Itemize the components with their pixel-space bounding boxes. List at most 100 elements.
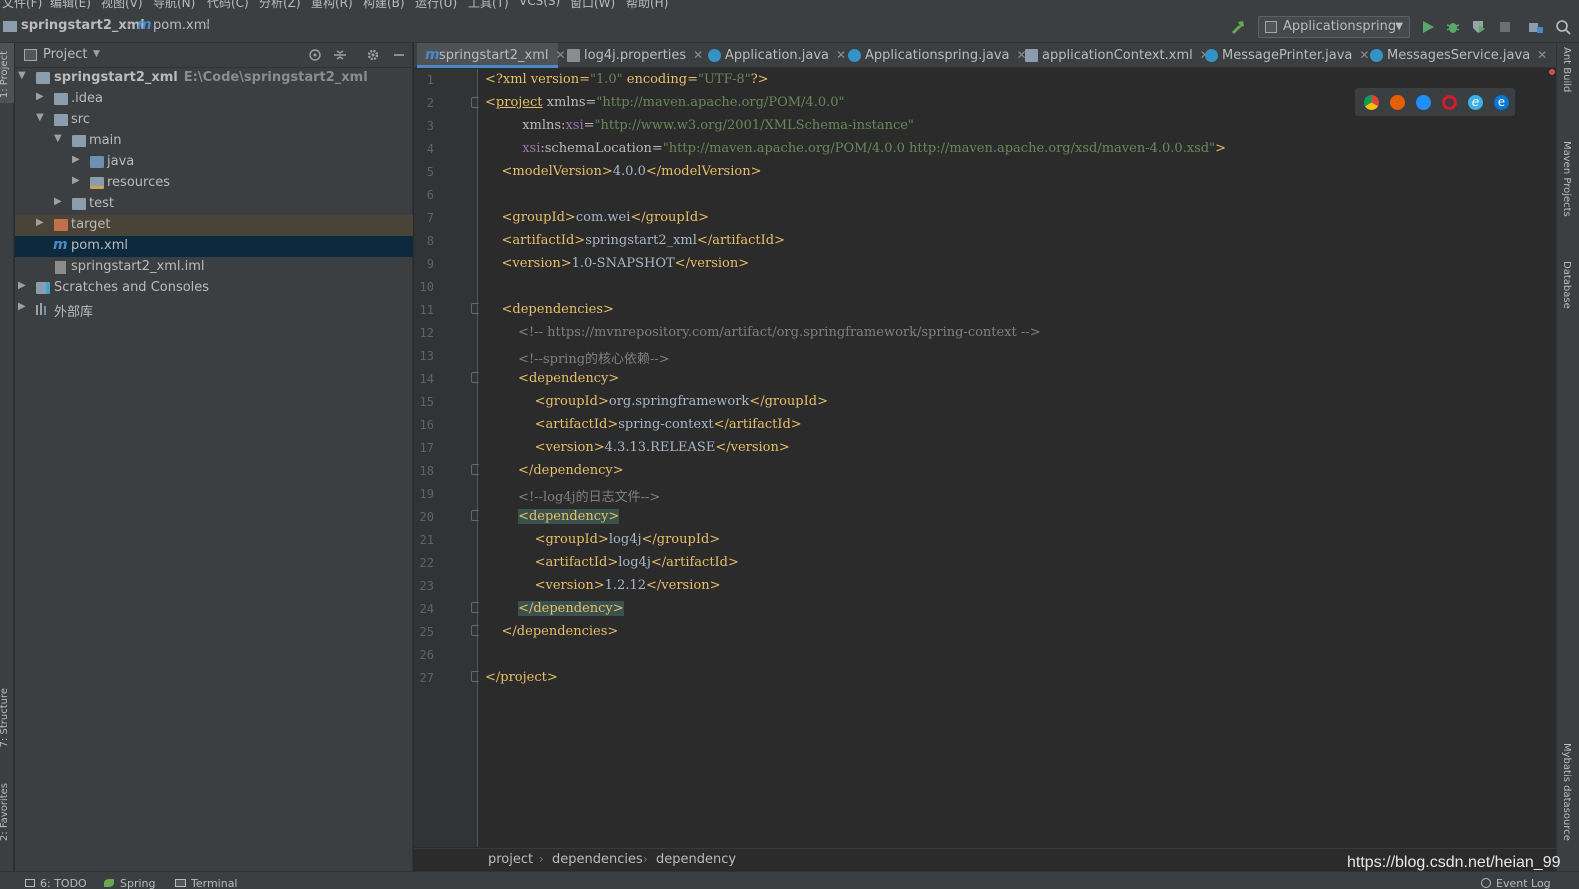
tool-tab-database[interactable]: Database (1561, 261, 1572, 309)
tree-label: pom.xml (71, 238, 128, 253)
chevron-right-icon: ▶ (18, 301, 26, 312)
tree-item-scratches[interactable]: ▶ Scratches and Consoles (15, 278, 413, 299)
watermark-text: https://blog.csdn.net/heian_99 (1347, 854, 1561, 871)
menu-vcs[interactable]: VCS(S) (519, 0, 560, 8)
breadcrumb-item[interactable]: dependency (656, 852, 736, 867)
tool-window-spring[interactable]: Spring (120, 877, 156, 889)
code-line-22: <artifactId>log4j</artifactId> (485, 555, 739, 570)
tree-item-test[interactable]: ▶ test (15, 194, 413, 215)
line-number: 8 (426, 234, 434, 248)
resources-folder-icon (90, 177, 104, 189)
spring-leaf-icon (104, 879, 114, 887)
menu-help[interactable]: 帮助(H) (626, 0, 668, 11)
tab-label: Applicationspring.java (865, 48, 1010, 63)
chevron-right-icon: ▶ (18, 280, 26, 291)
tool-tab-structure[interactable]: 7: Structure (0, 688, 10, 747)
tool-tab-favorites[interactable]: 2: Favorites (0, 783, 10, 841)
edge-icon[interactable]: e (1494, 95, 1509, 110)
tool-window-terminal[interactable]: Terminal (191, 877, 238, 889)
tool-tab-project[interactable]: 1: Project (0, 51, 10, 98)
breadcrumb-item[interactable]: project (488, 852, 533, 867)
tree-item-src[interactable]: ▼ src (15, 110, 413, 131)
tab-applicationcontext-xml[interactable]: applicationContext.xml✕ (1020, 43, 1210, 68)
tree-item-java[interactable]: ▶ java (15, 152, 413, 173)
menu-refactor[interactable]: 重构(R) (311, 0, 353, 11)
tab-applicationspring-java[interactable]: Applicationspring.java ✕ (843, 43, 1027, 68)
tree-label: src (71, 112, 90, 127)
menu-file[interactable]: 文件(F) (2, 0, 42, 11)
menu-build[interactable]: 构建(B) (363, 0, 405, 11)
tab-pom-xml[interactable]: m springstart2_xml ✕ (417, 43, 566, 68)
tab-label: log4j.properties (584, 48, 687, 63)
close-icon[interactable]: ✕ (1537, 48, 1547, 62)
collapse-all-icon[interactable] (333, 48, 347, 62)
run-icon[interactable] (1420, 19, 1436, 35)
stop-icon[interactable] (1497, 19, 1513, 35)
tool-tab-ant-build[interactable]: Ant Build (1561, 47, 1572, 92)
gear-icon[interactable] (366, 48, 380, 62)
tree-item-resources[interactable]: ▶ resources (15, 173, 413, 194)
menu-edit[interactable]: 编辑(E) (50, 0, 91, 11)
line-number: 24 (419, 602, 434, 616)
coverage-icon[interactable] (1470, 19, 1486, 35)
chevron-down-icon: ▼ (18, 70, 26, 81)
menu-window[interactable]: 窗口(W) (570, 0, 615, 11)
project-panel-title[interactable]: Project (43, 47, 87, 62)
menu-view[interactable]: 视图(V) (101, 0, 143, 11)
locate-icon[interactable] (308, 48, 322, 62)
safari-icon[interactable] (1416, 95, 1431, 110)
tree-label: 外部库 (54, 305, 94, 320)
code-line-16: <artifactId>spring-context</artifactId> (485, 417, 802, 432)
menu-navigate[interactable]: 导航(N) (153, 0, 195, 11)
tool-window-event-log[interactable]: Event Log (1496, 877, 1551, 889)
breadcrumb-item[interactable]: dependencies (552, 852, 643, 867)
tool-window-todo[interactable]: 6: TODO (40, 877, 87, 889)
nav-separator: › (126, 18, 132, 33)
hide-panel-icon[interactable] (392, 48, 406, 62)
tree-item-iml[interactable]: springstart2_xml.iml (15, 257, 413, 278)
chevron-right-icon: ▶ (54, 196, 62, 207)
build-hammer-icon[interactable] (1230, 19, 1246, 35)
error-indicator-icon[interactable] (1549, 69, 1555, 75)
tree-item-idea[interactable]: ▶ .idea (15, 89, 413, 110)
editor-gutter[interactable]: 1 2 3 4 5 6 7 8 9 10 11 12 13 14 15 16 1… (414, 69, 504, 847)
chevron-down-icon[interactable]: ▼ (93, 49, 100, 59)
maven-file-icon: m (425, 47, 440, 63)
tree-item-external-libraries[interactable]: ▶ 外部库 (15, 299, 413, 320)
tree-item-main[interactable]: ▼ main (15, 131, 413, 152)
code-line-27: </project> (485, 670, 558, 685)
tree-item-target[interactable]: ▶ target (15, 215, 413, 236)
chrome-icon[interactable] (1364, 95, 1379, 110)
code-editor[interactable]: <?xml version="1.0" encoding="UTF-8"?> <… (479, 69, 1556, 847)
debug-icon[interactable] (1445, 19, 1461, 35)
line-number: 23 (419, 579, 434, 593)
tab-application-java[interactable]: Application.java ✕ (703, 43, 846, 68)
firefox-icon[interactable] (1390, 95, 1405, 110)
chevron-right-icon: ▶ (72, 175, 80, 186)
maven-file-icon: m (137, 17, 152, 33)
line-number: 2 (426, 96, 434, 110)
folder-icon (54, 114, 68, 126)
menu-code[interactable]: 代码(C) (207, 0, 249, 11)
tool-tab-maven-projects[interactable]: Maven Projects (1561, 141, 1572, 217)
internet-explorer-icon[interactable]: e (1468, 95, 1483, 110)
menu-run[interactable]: 运行(U) (415, 0, 457, 11)
open-in-browser-bar: e e (1355, 88, 1515, 116)
tab-log4j-properties[interactable]: log4j.properties ✕ (562, 43, 703, 68)
project-structure-icon[interactable] (1528, 19, 1544, 35)
opera-icon[interactable] (1442, 95, 1457, 110)
search-icon[interactable] (1555, 19, 1571, 35)
tree-item-pom[interactable]: m pom.xml (15, 236, 413, 257)
tree-item-root[interactable]: ▼ springstart2_xml E:\Code\springstart2_x… (15, 68, 413, 89)
close-icon[interactable]: ✕ (693, 48, 703, 62)
tab-messageprinter-java[interactable]: MessagePrinter.java ✕ (1200, 43, 1369, 68)
run-config-select[interactable]: Applicationspring ▼ (1258, 16, 1410, 38)
tool-tab-mybatis-datasource[interactable]: Mybatis datasource (1561, 743, 1572, 841)
todo-icon (25, 879, 35, 887)
menu-bar: 文件(F) 编辑(E) 视图(V) 导航(N) 代码(C) 分析(Z) 重构(R… (0, 0, 1579, 11)
menu-analyze[interactable]: 分析(Z) (259, 0, 301, 11)
tree-label: Scratches and Consoles (54, 280, 210, 295)
nav-file[interactable]: pom.xml (153, 18, 210, 33)
menu-tools[interactable]: 工具(T) (468, 0, 509, 11)
tab-messagesservice-java[interactable]: MessagesService.java ✕ (1365, 43, 1547, 68)
